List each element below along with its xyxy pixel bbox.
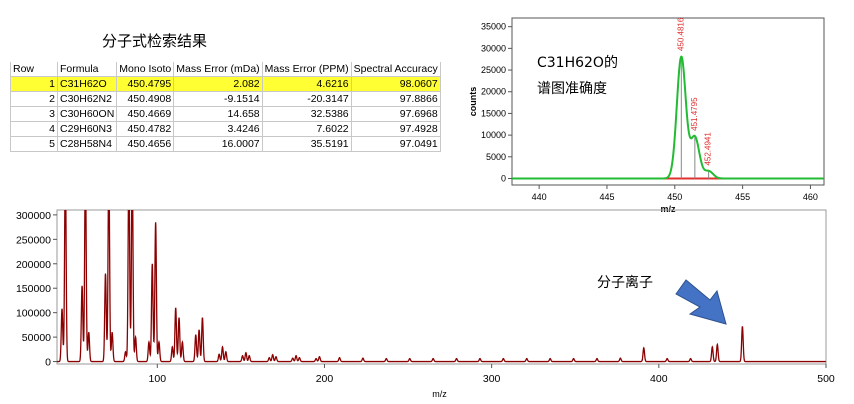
column-header: Mass Error (mDa): [173, 62, 263, 77]
table-cell: 4.6216: [261, 76, 352, 92]
x-tick-label: 300: [483, 373, 501, 385]
y-tick-label: 100000: [16, 308, 51, 320]
plot-frame: [56, 209, 827, 365]
table-cell: C28H58N4: [56, 136, 118, 152]
y-tick-label: 0: [45, 357, 51, 369]
table-header-row: Row Formula Mono Isoto Mass Error (mDa) Mass…: [10, 62, 441, 77]
table-cell: 450.4656: [116, 136, 175, 152]
table-cell: 3.4246: [173, 121, 263, 137]
table-cell: C31H62O: [56, 76, 118, 92]
accuracy-note: 谱图准确度: [537, 81, 607, 97]
x-tick-label: 200: [316, 373, 334, 385]
table-cell: 4: [10, 121, 58, 137]
y-axis-label: counts: [468, 87, 478, 117]
table-row: 2 C30H62N2 450.4908 -9.1514 -20.3147 97.8866: [10, 91, 441, 107]
y-tick-label: 150000: [16, 283, 51, 295]
x-tick-label: 455: [735, 192, 750, 202]
table-cell: 450.4669: [116, 106, 175, 122]
table-row: 1 C31H62O 450.4795 2.082 4.6216 98.0607: [10, 76, 441, 92]
y-tick-label: 15000: [481, 108, 506, 118]
y-tick-label: 300000: [16, 210, 51, 222]
table-cell: C29H60N3: [56, 121, 118, 137]
table-cell: 16.0007: [173, 136, 263, 152]
table-cell: 450.4782: [116, 121, 175, 137]
x-tick-label: 445: [599, 192, 614, 202]
spectrum-series-line: [57, 210, 826, 363]
table-cell: 450.4795: [116, 76, 175, 92]
table-cell: 14.658: [173, 106, 263, 122]
table-cell: 32.5386: [261, 106, 352, 122]
column-header: Row: [10, 62, 58, 77]
x-tick-label: 400: [650, 373, 668, 385]
peak-label: 450.4816: [676, 17, 685, 51]
x-tick-label: 500: [817, 373, 835, 385]
table-cell: 7.6022: [261, 121, 352, 137]
peak-label: 451.4795: [690, 97, 699, 131]
measured-series-line: [512, 55, 824, 180]
table-cell: 98.0607: [350, 76, 441, 92]
mass-spectrum-chart: 0 50000 100000 150000 200000 250000 300000 100 2…: [16, 209, 835, 399]
peak-label: 452.4941: [704, 132, 713, 166]
table-cell: 97.4928: [350, 121, 441, 137]
x-tick-label: 440: [532, 192, 547, 202]
y-tick-label: 30000: [481, 43, 506, 53]
y-tick-label: 20000: [481, 87, 506, 97]
table-cell: C30H60ON: [56, 106, 118, 122]
column-header: Mass Error (PPM): [261, 62, 352, 77]
table-cell: 2.082: [173, 76, 263, 92]
table-cell: 2: [10, 91, 58, 107]
y-tick-label: 10000: [481, 130, 506, 140]
table-row: 3 C30H60ON 450.4669 14.658 32.5386 97.6968: [10, 106, 441, 122]
table-cell: -9.1514: [173, 91, 263, 107]
column-header: Mono Isoto: [116, 62, 175, 77]
x-tick-label: 460: [803, 192, 818, 202]
table-cell: 1: [10, 76, 58, 92]
molecular-ion-annotation: 分子离子: [597, 274, 653, 290]
x-axis-label: m/z: [432, 389, 447, 399]
isotope-pattern-chart: 0 5000 10000 15000 20000 25000 30000 35000 440 44…: [465, 10, 830, 215]
table-cell: 97.6968: [350, 106, 441, 122]
table-cell: -20.3147: [261, 91, 352, 107]
y-tick-label: 250000: [16, 234, 51, 246]
y-tick-label: 200000: [16, 259, 51, 271]
column-header: Spectral Accuracy: [350, 62, 441, 77]
y-tick-label: 35000: [481, 22, 506, 32]
accuracy-note: C31H62O的: [537, 55, 618, 71]
table-row: 5 C28H58N4 450.4656 16.0007 35.5191 97.0491: [10, 136, 441, 152]
table-cell: 97.8866: [350, 91, 441, 107]
y-tick-label: 5000: [486, 152, 506, 162]
x-tick-label: 100: [149, 373, 167, 385]
table-title: 分子式检索结果: [102, 32, 208, 50]
arrow-icon: [675, 279, 727, 325]
x-tick-label: 450: [667, 192, 682, 202]
table-cell: 97.0491: [350, 136, 441, 152]
y-tick-label: 0: [501, 173, 506, 183]
column-header: Formula: [56, 62, 118, 77]
table-row: 4 C29H60N3 450.4782 3.4246 7.6022 97.4928: [10, 121, 441, 137]
y-tick-label: 25000: [481, 65, 506, 75]
table-cell: 5: [10, 136, 58, 152]
table-cell: 35.5191: [261, 136, 352, 152]
table-cell: 450.4908: [116, 91, 175, 107]
table-cell: C30H62N2: [56, 91, 118, 107]
plot-frame: [511, 17, 825, 186]
table-cell: 3: [10, 106, 58, 122]
formula-results-table: Row Formula Mono Isoto Mass Error (mDa) Mass…: [10, 62, 441, 152]
y-tick-label: 50000: [22, 332, 51, 344]
